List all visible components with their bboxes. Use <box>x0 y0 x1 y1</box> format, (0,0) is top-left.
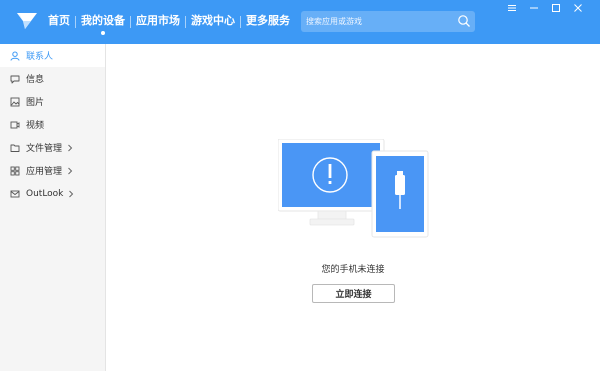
sidebar-item-pictures[interactable]: 图片 <box>0 90 105 113</box>
contacts-icon <box>10 51 20 61</box>
nav-app-market[interactable]: 应用市场 <box>131 0 185 44</box>
sidebar-item-label: 图片 <box>26 98 45 108</box>
picture-icon <box>10 97 20 106</box>
connect-now-button[interactable]: 立即连接 <box>312 284 395 303</box>
top-bar: 首页 我的设备 应用市场 游戏中心 更多服务 <box>0 0 600 44</box>
menu-icon[interactable] <box>502 0 522 16</box>
close-icon[interactable] <box>568 0 588 16</box>
nav-game-center[interactable]: 游戏中心 <box>186 0 240 44</box>
search-input[interactable] <box>301 11 451 32</box>
main-nav: 首页 我的设备 应用市场 游戏中心 更多服务 <box>43 0 295 44</box>
sidebar: 联系人 信息 图片 视频 文件管理 应用管理 OutLook <box>0 44 106 371</box>
main-content: 您的手机未连接 立即连接 <box>106 44 600 371</box>
chevron-right-icon <box>69 190 74 197</box>
sidebar-item-label: 信息 <box>26 75 45 85</box>
folder-icon <box>10 144 20 152</box>
sidebar-item-label: 联系人 <box>26 52 54 62</box>
sidebar-item-videos[interactable]: 视频 <box>0 113 105 136</box>
apps-icon <box>10 166 20 175</box>
nav-home[interactable]: 首页 <box>43 0 75 44</box>
logo-icon <box>17 13 37 29</box>
nav-more-services[interactable]: 更多服务 <box>241 0 295 44</box>
connection-status-text: 您的手机未连接 <box>321 265 385 275</box>
sidebar-item-label: 应用管理 <box>26 167 63 177</box>
sidebar-item-label: 文件管理 <box>26 144 63 154</box>
message-icon <box>10 75 20 83</box>
chevron-right-icon <box>68 144 73 151</box>
sidebar-item-outlook[interactable]: OutLook <box>0 182 105 205</box>
phone-disconnected-illustration <box>278 139 429 238</box>
video-icon <box>10 121 20 128</box>
sidebar-item-messages[interactable]: 信息 <box>0 67 105 90</box>
sidebar-item-contacts[interactable]: 联系人 <box>0 44 105 67</box>
mail-icon <box>10 190 20 197</box>
search-box <box>301 11 475 32</box>
sidebar-item-file-management[interactable]: 文件管理 <box>0 136 105 159</box>
sidebar-item-label: OutLook <box>26 188 64 199</box>
search-icon[interactable] <box>457 14 471 28</box>
minimize-icon[interactable] <box>524 0 544 16</box>
chevron-right-icon <box>68 167 73 174</box>
nav-my-devices[interactable]: 我的设备 <box>76 0 130 44</box>
sidebar-item-app-management[interactable]: 应用管理 <box>0 159 105 182</box>
maximize-icon[interactable] <box>546 0 566 16</box>
sidebar-item-label: 视频 <box>26 121 45 131</box>
